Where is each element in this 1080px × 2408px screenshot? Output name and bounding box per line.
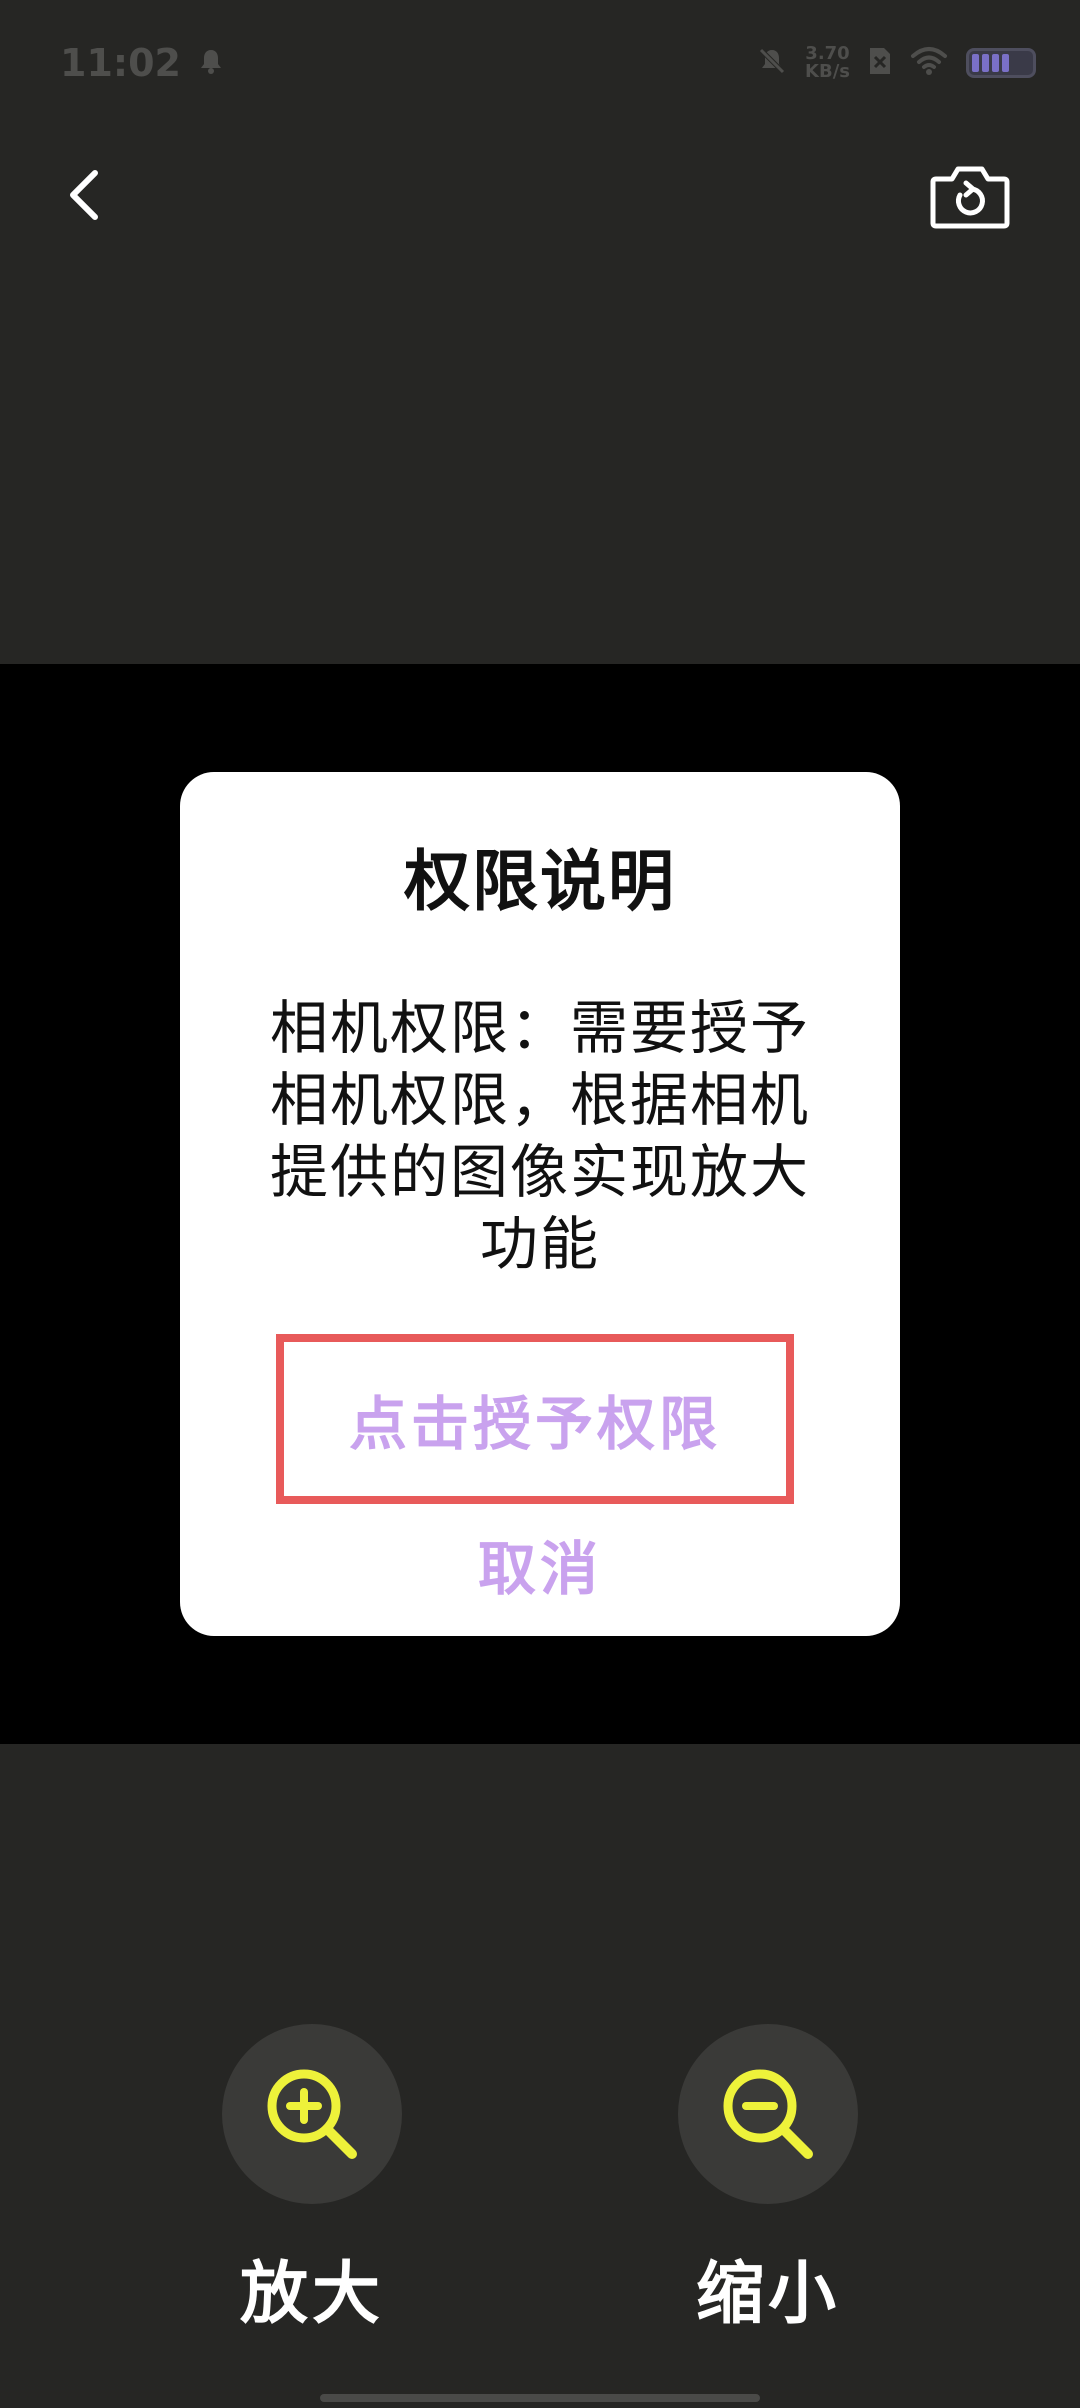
chevron-left-icon (70, 170, 98, 220)
zoom-in-button[interactable] (222, 2024, 402, 2204)
wifi-icon (910, 46, 948, 80)
sim-icon (868, 46, 892, 80)
zoom-in-label: 放大 (239, 2255, 384, 2334)
dialog-title: 权限说明 (404, 843, 676, 920)
zoom-in-control: 放大 (222, 2024, 402, 2337)
zoom-out-control: 缩小 (678, 2024, 858, 2337)
back-button[interactable] (50, 160, 120, 230)
zoom-out-button[interactable] (678, 2024, 858, 2204)
cancel-button[interactable]: 取消 (430, 1524, 650, 1604)
battery-icon (966, 48, 1036, 78)
network-speed: 3.70 KB/s (805, 45, 850, 81)
dialog-message: 相机权限：需要授予相机权限，根据相机提供的图像实现放大功能 (269, 994, 810, 1278)
zoom-in-icon (267, 2069, 357, 2159)
zoom-out-icon (723, 2069, 813, 2159)
notification-bell-icon (199, 48, 223, 78)
grant-permission-button[interactable]: 点击授予权限 (276, 1334, 794, 1504)
switch-camera-button[interactable] (925, 156, 1015, 236)
status-time: 11:02 (60, 41, 181, 85)
mute-icon (757, 46, 787, 80)
gesture-bar[interactable] (320, 2394, 760, 2402)
network-speed-unit: KB/s (805, 61, 850, 82)
switch-camera-icon (930, 166, 1010, 229)
permission-dialog: 权限说明 相机权限：需要授予相机权限，根据相机提供的图像实现放大功能 点击授予权… (180, 772, 900, 1636)
top-bar (0, 126, 1080, 266)
magnifier-screen: 11:02 3.70 KB/s 权限说明 相机权限：需要授予相机权限，根据相机提… (0, 0, 1080, 2408)
zoom-out-label: 缩小 (695, 2255, 840, 2334)
status-bar: 11:02 3.70 KB/s (0, 0, 1080, 126)
